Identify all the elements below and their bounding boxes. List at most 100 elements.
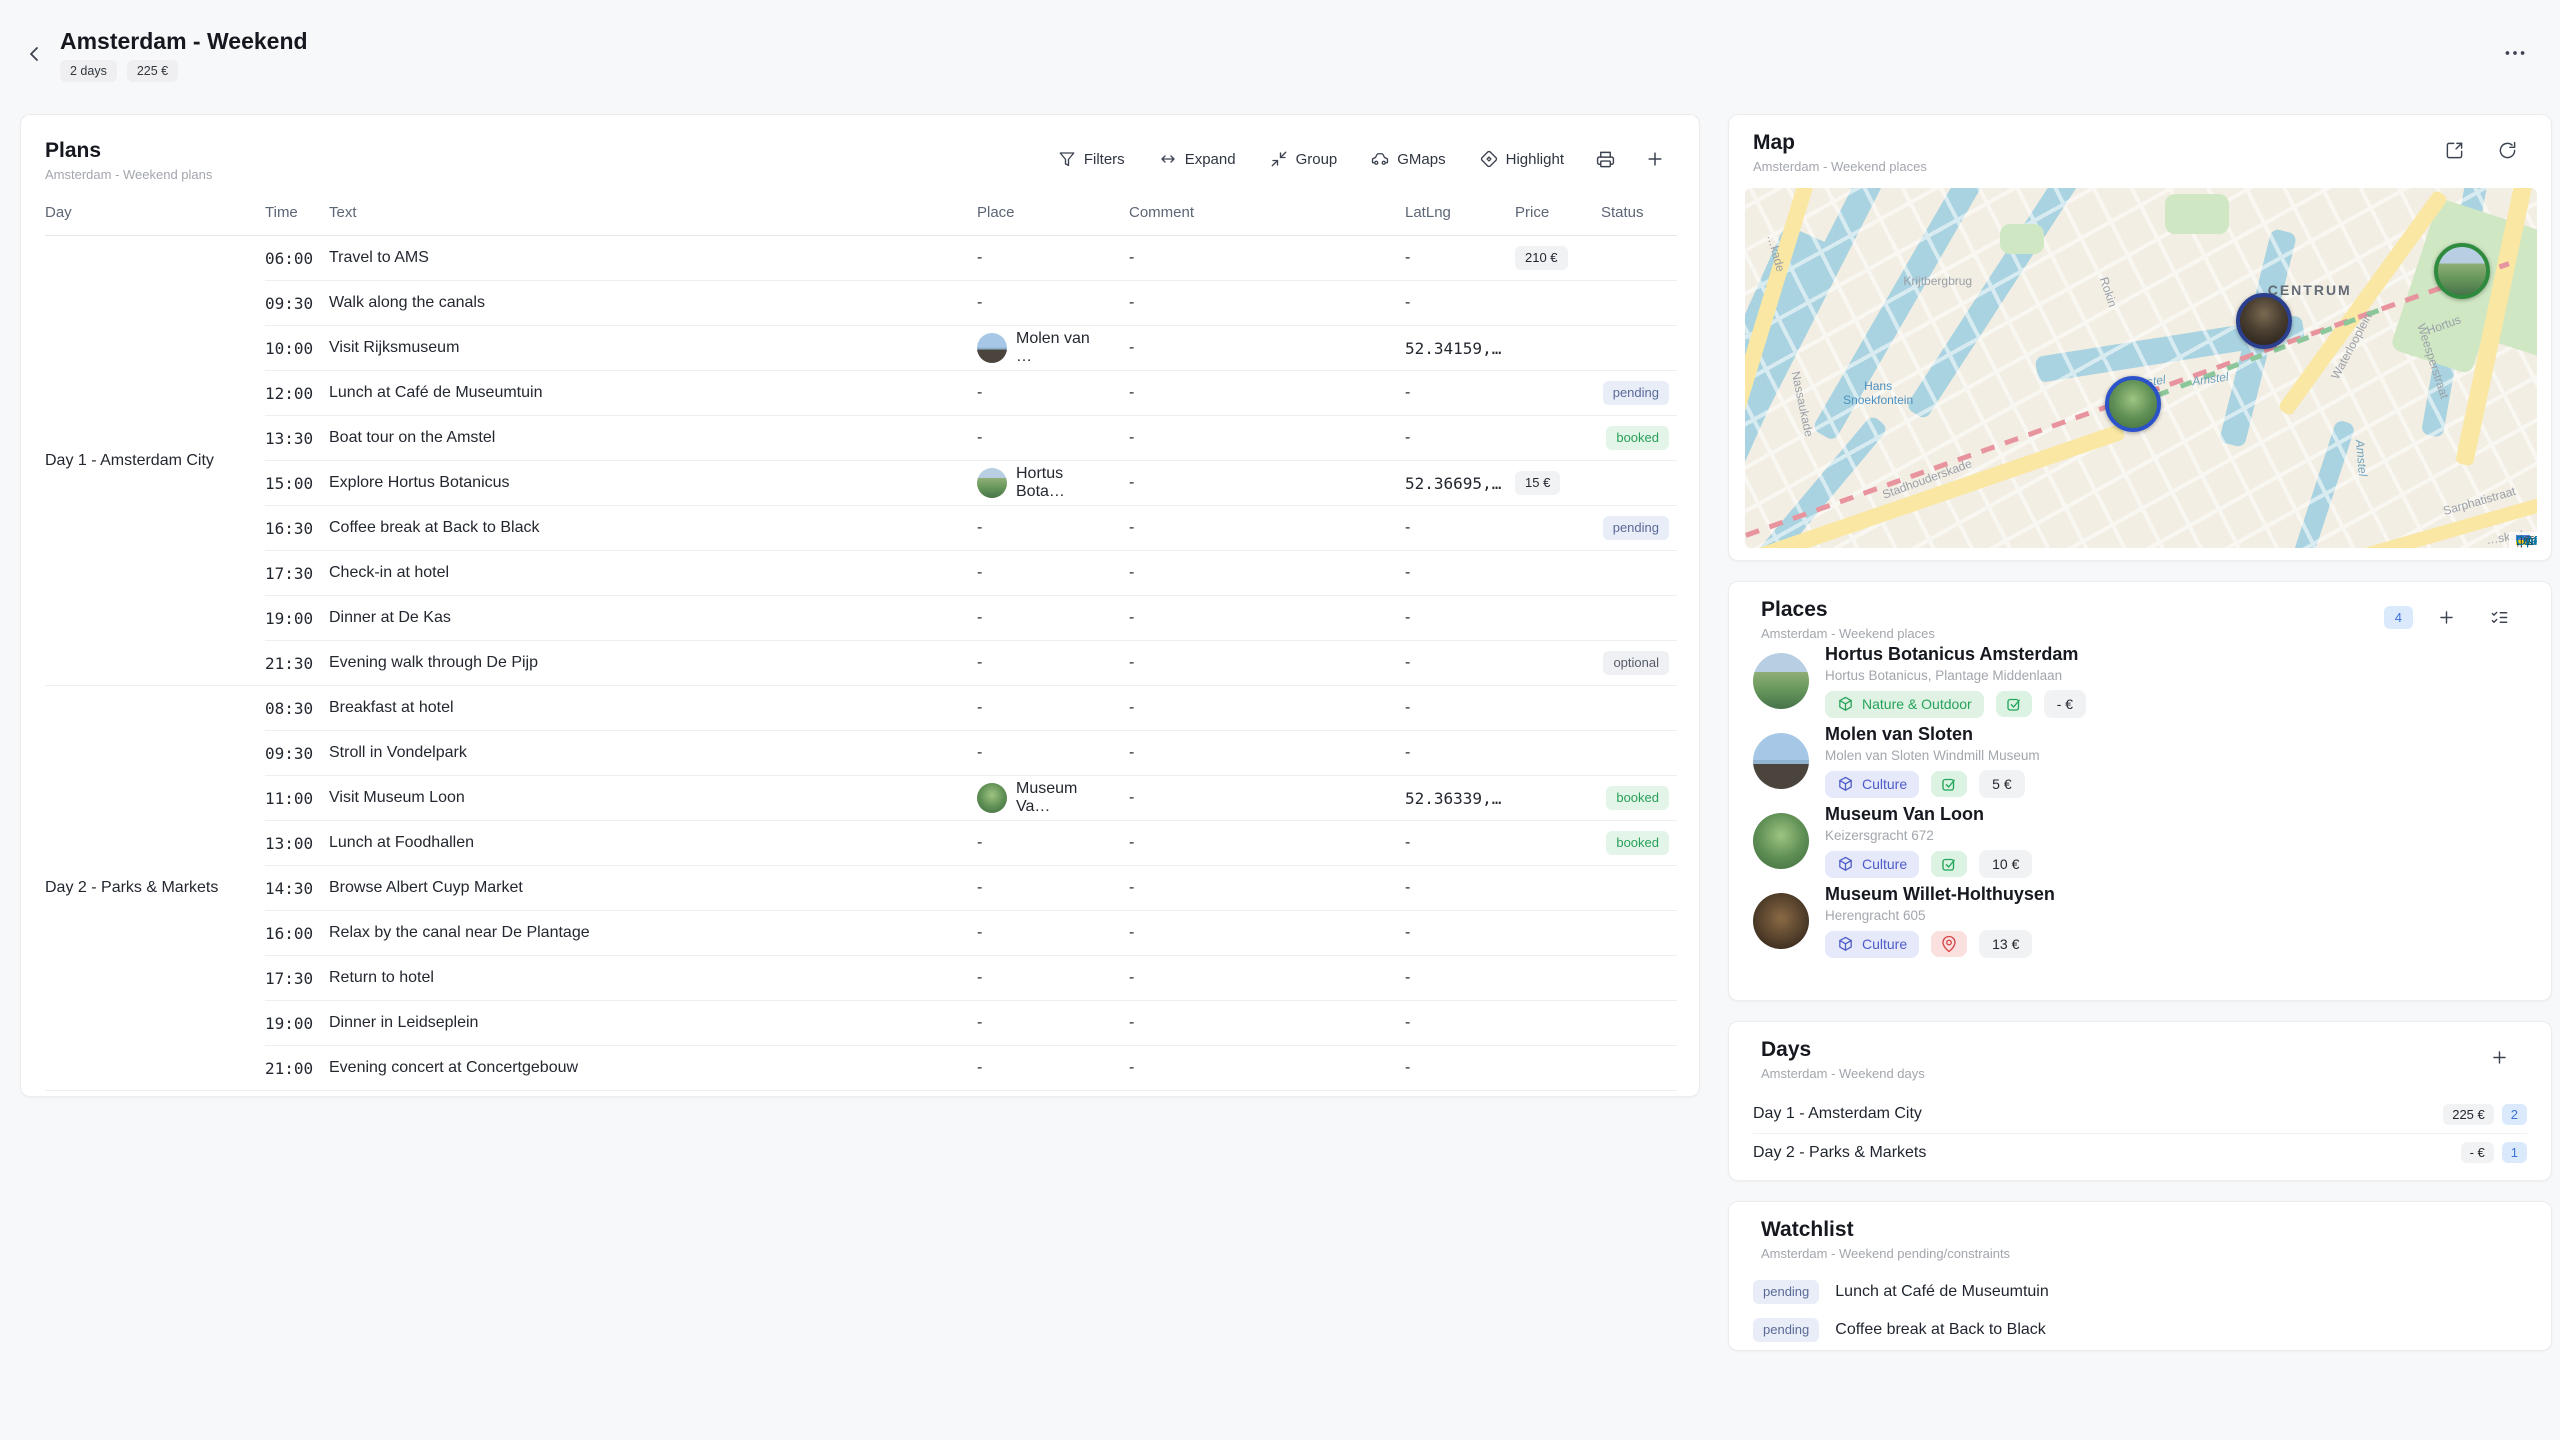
place-list-item[interactable]: Museum Van Loon Keizersgracht 672 Cultur… [1753,801,2527,881]
plan-place: - [957,911,1109,956]
plan-text: Boat tour on the Amstel [329,416,957,461]
plan-place: - [957,1001,1109,1046]
plan-time: 13:30 [265,416,329,461]
place-list-item[interactable]: Molen van Sloten Molen van Sloten Windmi… [1753,721,2527,801]
print-button[interactable] [1586,144,1625,175]
collapse-arrows-icon [1270,150,1288,168]
plan-time: 19:00 [265,596,329,641]
plan-row[interactable]: Day 2 - Parks & Markets08:30Breakfast at… [45,686,1677,731]
col-status: Status [1581,204,1677,236]
plan-comment: - [1109,956,1385,1001]
duration-badge: 2 days [60,60,117,82]
group-label: Group [1296,151,1338,168]
plan-text: Breakfast at hotel [329,686,957,731]
plan-row[interactable]: 10:00Visit RijksmuseumMolen van …-52.341… [45,326,1677,371]
plan-row[interactable]: 19:00Dinner at De Kas--- [45,596,1677,641]
plan-row[interactable]: 19:00Dinner in Leidseplein--- [45,1001,1677,1046]
plan-row[interactable]: 21:00Evening concert at Concertgebouw--- [45,1046,1677,1091]
status-badge: booked [1606,786,1669,810]
overflow-menu-button[interactable] [2502,40,2532,66]
plan-row[interactable]: 14:30Browse Albert Cuyp Market--- [45,866,1677,911]
plan-status [1581,281,1677,326]
plan-latlng: - [1385,236,1495,281]
plan-row[interactable]: 21:30Evening walk through De Pijp---opti… [45,641,1677,686]
watchlist-item[interactable]: pendingCoffee break at Back to Black [1753,1311,2527,1349]
plan-text: Visit Museum Loon [329,776,957,821]
highlight-label: Highlight [1506,151,1564,168]
add-day-button[interactable] [2480,1042,2519,1073]
plan-place: - [957,641,1109,686]
watchlist-item[interactable]: pendingLunch at Café de Museumtuin [1753,1273,2527,1311]
plan-text: Evening concert at Concertgebouw [329,1046,957,1091]
marker-museum-willet[interactable] [2236,293,2292,349]
map-refresh-button[interactable] [2488,135,2527,166]
status-badge: booked [1606,831,1669,855]
plan-comment: - [1109,866,1385,911]
plan-status [1581,596,1677,641]
plan-row[interactable]: 17:30Return to hotel--- [45,956,1677,1001]
watchlist-status-badge: pending [1753,1318,1819,1342]
plan-place: - [957,506,1109,551]
add-plan-button[interactable] [1635,143,1675,175]
plan-text: Coffee break at Back to Black [329,506,957,551]
plan-status [1581,956,1677,1001]
day-price-badge: - € [2461,1142,2494,1163]
leaflet-map[interactable]: KrijtbergbrugRokinAmstelAmstelCENTRUMWat… [1745,188,2537,548]
plan-row[interactable]: 16:00Relax by the canal near De Plantage… [45,911,1677,956]
place-price-badge: 5 € [1979,770,2024,798]
plan-row[interactable]: 12:00Lunch at Café de Museumtuin---pendi… [45,371,1677,416]
plan-price [1495,326,1581,371]
plan-comment: - [1109,506,1385,551]
day-list-item[interactable]: Day 1 - Amsterdam City225 €2 [1753,1095,2527,1133]
place-photo [1753,893,1809,949]
chevron-left-icon [22,42,46,66]
plan-row[interactable]: 09:30Stroll in Vondelpark--- [45,731,1677,776]
page-title: Amsterdam - Weekend [60,28,308,55]
place-category-badge: Nature & Outdoor [1825,691,1984,718]
marker-hortus-botanicus[interactable] [2434,243,2490,299]
plan-status: pending [1581,371,1677,416]
plan-comment: - [1109,686,1385,731]
plan-price [1495,371,1581,416]
gmaps-button[interactable]: GMaps [1359,144,1457,174]
plan-place: - [957,236,1109,281]
marker-museum-van-loon[interactable] [2105,376,2161,432]
map-subtitle: Amsterdam - Weekend places [1753,159,1927,174]
day-list-item[interactable]: Day 2 - Parks & Markets- €1 [1753,1133,2527,1171]
expand-button[interactable]: Expand [1147,144,1248,174]
cube-icon [1837,776,1854,793]
plan-row[interactable]: 13:00Lunch at Foodhallen---booked [45,821,1677,866]
carto-link[interactable]: CARTO [2516,533,2537,548]
plan-time: 08:30 [265,686,329,731]
plan-row[interactable]: 13:30Boat tour on the Amstel---booked [45,416,1677,461]
map-fullscreen-button[interactable] [2435,135,2474,166]
plan-time: 12:00 [265,371,329,416]
plan-row[interactable]: 15:00Explore Hortus BotanicusHortus Bota… [45,461,1677,506]
day-count-badge: 2 [2502,1104,2527,1125]
add-place-button[interactable] [2427,602,2466,633]
plan-latlng: 52.36339,… [1385,776,1495,821]
group-button[interactable]: Group [1258,144,1350,174]
plan-row[interactable]: Day 1 - Amsterdam City06:00Travel to AMS… [45,236,1677,281]
highlight-button[interactable]: Highlight [1468,144,1576,174]
plan-row[interactable]: 11:00Visit Museum LoonMuseum Va…-52.3633… [45,776,1677,821]
place-price-badge: 13 € [1979,930,2032,958]
plan-row[interactable]: 17:30Check-in at hotel--- [45,551,1677,596]
plan-price [1495,596,1581,641]
map-attribution: Leaflet | © OpenStreetMap, © CARTO [2509,532,2537,548]
plan-place: Hortus Bota… [957,461,1109,506]
place-list-item[interactable]: Hortus Botanicus Amsterdam Hortus Botani… [1753,641,2527,721]
plans-panel: Plans Amsterdam - Weekend plans Filters … [20,114,1700,1097]
plan-latlng: - [1385,281,1495,326]
place-list-item[interactable]: Museum Willet-Holthuysen Herengracht 605… [1753,881,2527,961]
plan-latlng: - [1385,911,1495,956]
places-checklist-button[interactable] [2480,602,2519,633]
plan-row[interactable]: 16:30Coffee break at Back to Black---pen… [45,506,1677,551]
plans-subtitle: Amsterdam - Weekend plans [45,167,212,182]
plan-text: Evening walk through De Pijp [329,641,957,686]
plan-row[interactable]: 09:30Walk along the canals--- [45,281,1677,326]
plan-comment: - [1109,596,1385,641]
filters-button[interactable]: Filters [1046,144,1137,174]
back-button[interactable] [22,40,50,68]
col-time: Time [265,204,329,236]
